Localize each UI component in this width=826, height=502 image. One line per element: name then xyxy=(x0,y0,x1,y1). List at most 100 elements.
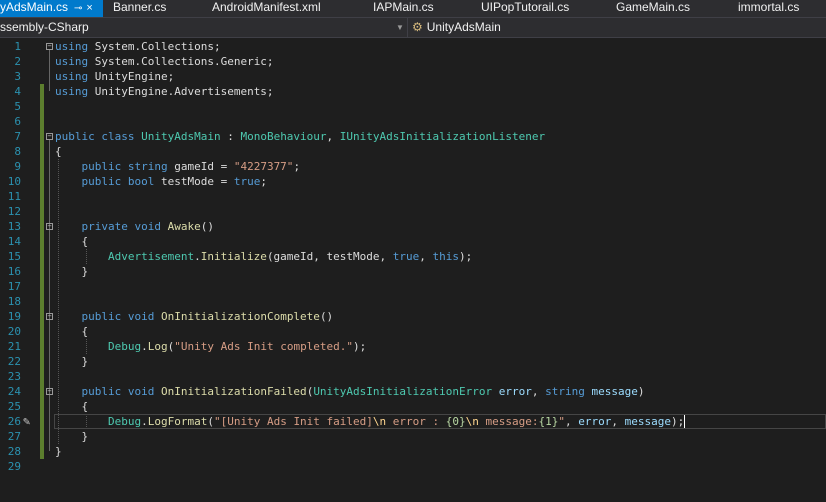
project-name: ssembly-CSharp xyxy=(0,20,89,34)
code-line: 15 Advertisement.Initialize(gameId, test… xyxy=(0,249,826,264)
code-token: public string xyxy=(81,160,168,173)
tab-label: immortal.cs xyxy=(738,0,800,14)
collapse-icon[interactable]: − xyxy=(46,388,53,395)
code-text: using UnityEngine.Advertisements; xyxy=(55,84,274,99)
line-number: 12 xyxy=(7,205,21,218)
text-caret xyxy=(684,415,686,428)
code-text: Debug.LogFormat("[Unity Ads Init failed]… xyxy=(55,414,686,429)
code-token: Debug xyxy=(107,340,142,353)
code-token: , xyxy=(531,385,546,398)
code-text: public bool testMode = true; xyxy=(55,174,267,189)
code-token: UnityAdsInitializationError xyxy=(313,385,493,398)
code-token: "Unity Ads Init completed." xyxy=(174,340,354,353)
code-token: LogFormat xyxy=(147,415,208,428)
line-number: 24 xyxy=(7,385,21,398)
code-line: 17 xyxy=(0,279,826,294)
code-line: 23 xyxy=(0,369,826,384)
code-line: 4 using UnityEngine.Advertisements; xyxy=(0,84,826,99)
code-line: 28} xyxy=(0,444,826,459)
code-token: using xyxy=(55,70,89,83)
class-icon: ⚙ xyxy=(412,20,423,34)
code-text: using UnityEngine; xyxy=(55,69,174,84)
collapse-icon[interactable]: − xyxy=(46,313,53,320)
code-text: using System.Collections; xyxy=(55,39,221,54)
code-text: public class UnityAdsMain : MonoBehaviou… xyxy=(55,129,545,144)
code-line: 25 { xyxy=(0,399,826,414)
code-token: ; xyxy=(293,160,301,173)
code-token: OnInitializationComplete xyxy=(160,310,320,323)
code-token: "4227377" xyxy=(233,160,294,173)
line-number: 13 xyxy=(7,220,21,233)
code-line: 8{ xyxy=(0,144,826,159)
code-line: 29 xyxy=(0,459,826,474)
code-editor[interactable]: ✎ 1− using System.Collections; 2 using Syste… xyxy=(0,38,826,502)
tab-1[interactable]: yAdsMain.cs ⊸ × xyxy=(0,0,103,17)
code-token: "[Unity Ads Init failed] xyxy=(213,415,373,428)
code-text: using System.Collections.Generic; xyxy=(55,54,274,69)
code-line: 12 xyxy=(0,204,826,219)
code-token: ( xyxy=(207,415,214,428)
tab-3[interactable]: AndroidManifest.xml xyxy=(212,0,332,17)
tab-label: AndroidManifest.xml xyxy=(212,0,321,14)
code-token: error : xyxy=(386,415,446,428)
document-tab-bar: yAdsMain.cs ⊸ × Banner.cs AndroidManifest.xm… xyxy=(0,0,826,17)
tab-4[interactable]: IAPMain.cs xyxy=(373,0,443,17)
code-text: Advertisement.Initialize(gameId, testMod… xyxy=(55,249,472,264)
chevron-down-icon[interactable]: ▼ xyxy=(396,18,404,37)
code-line: 1 − using System.Collections; xyxy=(0,39,826,54)
collapse-icon[interactable]: − xyxy=(46,43,53,50)
code-line: 19 − public void OnInitializationComplete… xyxy=(0,309,826,324)
code-token: Awake xyxy=(167,220,201,233)
code-token: } xyxy=(55,430,89,443)
code-token: ); xyxy=(459,250,473,263)
code-text: } xyxy=(55,429,88,444)
tab-label: IAPMain.cs xyxy=(373,0,434,14)
collapse-icon[interactable]: − xyxy=(46,133,53,140)
code-line: 9 public string gameId = "4227377"; xyxy=(0,159,826,174)
tab-label: Banner.cs xyxy=(113,0,167,14)
code-token: ; xyxy=(260,175,267,188)
code-token: true xyxy=(392,250,420,263)
code-token: ); xyxy=(353,340,367,353)
code-token: System.Collections; xyxy=(88,40,221,53)
tab-6[interactable]: GameMain.cs xyxy=(616,0,696,17)
code-token: Initialize xyxy=(200,250,267,263)
close-icon[interactable]: × xyxy=(86,1,92,16)
type-dropdown[interactable]: ⚙ UnityAdsMain xyxy=(412,18,501,37)
code-token: Debug xyxy=(107,415,142,428)
code-text: private void Awake() xyxy=(55,219,214,234)
code-token: Advertisement xyxy=(107,250,195,263)
code-token: UnityEngine; xyxy=(88,70,175,83)
line-number: 4 xyxy=(14,85,21,98)
code-token: string xyxy=(545,385,585,398)
pin-icon[interactable]: ⊸ xyxy=(74,1,82,16)
code-text: } xyxy=(55,264,88,279)
tab-7[interactable]: immortal.cs xyxy=(738,0,826,17)
tab-2[interactable]: Banner.cs xyxy=(113,0,173,17)
code-token: , xyxy=(611,415,625,428)
line-number: 26 xyxy=(7,415,21,428)
code-line: 14 { xyxy=(0,234,826,249)
tab-5[interactable]: UIPopTutorail.cs xyxy=(481,0,576,17)
project-dropdown[interactable]: ssembly-CSharp ▼ xyxy=(0,18,408,37)
line-number: 27 xyxy=(7,430,21,443)
code-text: Debug.Log("Unity Ads Init completed."); xyxy=(55,339,366,354)
line-number: 14 xyxy=(7,235,21,248)
code-token: . xyxy=(141,415,148,428)
code-text: public string gameId = "4227377"; xyxy=(55,159,301,174)
line-number: 22 xyxy=(7,355,21,368)
code-token: (gameId, testMode, xyxy=(266,250,393,263)
code-token: using xyxy=(55,85,89,98)
code-line: 24 − public void OnInitializationFailed(U… xyxy=(0,384,826,399)
code-line: 11 xyxy=(0,189,826,204)
collapse-icon[interactable]: − xyxy=(46,223,53,230)
code-token: public bool xyxy=(81,175,155,188)
